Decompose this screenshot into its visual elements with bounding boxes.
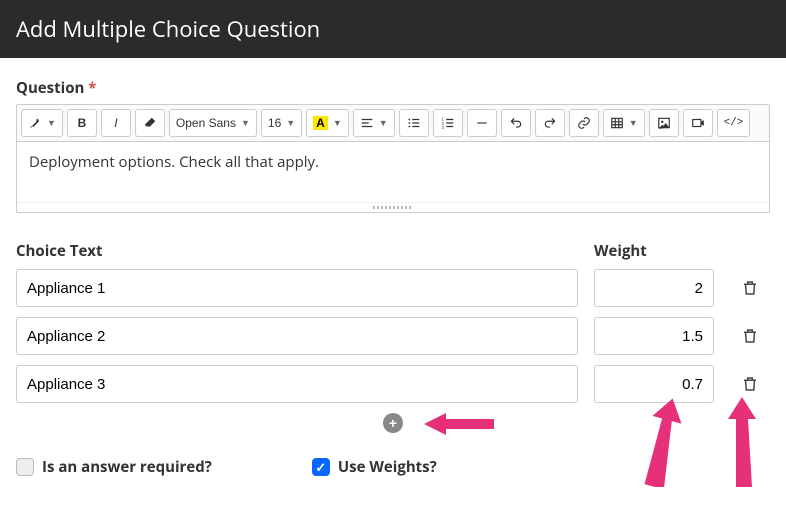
align-left-icon xyxy=(360,116,374,130)
editor-toolbar: ▼ B I Open Sans▼ 16▼ A▼ ▼ 123 xyxy=(17,105,769,142)
redo-icon xyxy=(543,116,557,130)
choice-weight-input[interactable] xyxy=(594,269,714,307)
trash-icon xyxy=(741,327,759,345)
choices-header-row: Choice Text Weight xyxy=(16,241,770,269)
magic-format-button[interactable]: ▼ xyxy=(21,109,63,137)
svg-text:3: 3 xyxy=(441,125,444,130)
choice-weight-input[interactable] xyxy=(594,365,714,403)
required-asterisk: * xyxy=(88,78,96,98)
question-label-row: Question * xyxy=(16,78,770,98)
link-button[interactable] xyxy=(569,109,599,137)
ordered-list-button[interactable]: 123 xyxy=(433,109,463,137)
choice-text-header: Choice Text xyxy=(16,241,578,261)
use-weights-checkbox[interactable] xyxy=(312,458,330,476)
form-body: Question * ▼ B I Open Sans▼ 16▼ A▼ ▼ 123 xyxy=(0,58,786,507)
choice-text-input[interactable] xyxy=(16,269,578,307)
page-title: Add Multiple Choice Question xyxy=(16,14,320,44)
annotation-arrow-add xyxy=(424,407,494,441)
list-ol-icon: 123 xyxy=(441,116,455,130)
delete-choice-button[interactable] xyxy=(730,279,770,297)
options-row: Is an answer required? Use Weights? xyxy=(16,457,770,477)
font-size-select[interactable]: 16▼ xyxy=(261,109,302,137)
use-weights-checkbox-label: Use Weights? xyxy=(338,457,437,477)
weight-header: Weight xyxy=(594,241,714,261)
video-icon xyxy=(691,116,705,130)
choice-row xyxy=(16,269,770,307)
bold-button[interactable]: B xyxy=(67,109,97,137)
resize-handle[interactable] xyxy=(17,202,769,212)
use-weights-checkbox-row[interactable]: Use Weights? xyxy=(312,457,437,477)
align-button[interactable]: ▼ xyxy=(353,109,395,137)
required-checkbox-label: Is an answer required? xyxy=(42,457,212,477)
table-icon xyxy=(610,116,624,130)
delete-choice-button[interactable] xyxy=(730,327,770,345)
plus-icon: + xyxy=(389,415,397,431)
video-button[interactable] xyxy=(683,109,713,137)
trash-icon xyxy=(741,375,759,393)
add-choice-button[interactable]: + xyxy=(383,413,403,433)
choice-text-input[interactable] xyxy=(16,365,578,403)
annotation-arrow-delete xyxy=(722,397,762,487)
code-icon: </> xyxy=(724,117,744,129)
annotation-arrow-weight xyxy=(636,397,686,487)
question-text-input[interactable]: Deployment options. Check all that apply… xyxy=(17,142,769,202)
code-view-button[interactable]: </> xyxy=(717,109,751,137)
link-icon xyxy=(577,116,591,130)
bold-icon: B xyxy=(78,116,87,130)
magic-wand-icon xyxy=(28,116,42,130)
rich-text-editor: ▼ B I Open Sans▼ 16▼ A▼ ▼ 123 xyxy=(16,104,770,213)
clear-format-button[interactable] xyxy=(135,109,165,137)
required-checkbox[interactable] xyxy=(16,458,34,476)
choice-row xyxy=(16,365,770,403)
add-choice-row: + xyxy=(16,413,770,433)
delete-choice-button[interactable] xyxy=(730,375,770,393)
redo-button[interactable] xyxy=(535,109,565,137)
choice-rows-container xyxy=(16,269,770,403)
list-ul-icon xyxy=(407,116,421,130)
text-color-button[interactable]: A▼ xyxy=(306,109,349,137)
image-icon xyxy=(657,116,671,130)
choice-weight-input[interactable] xyxy=(594,317,714,355)
trash-icon xyxy=(741,279,759,297)
choice-text-input[interactable] xyxy=(16,317,578,355)
minus-icon xyxy=(475,116,489,130)
unordered-list-button[interactable] xyxy=(399,109,429,137)
undo-icon xyxy=(509,116,523,130)
question-label: Question xyxy=(16,78,84,98)
italic-icon: I xyxy=(114,116,117,130)
font-family-select[interactable]: Open Sans▼ xyxy=(169,109,257,137)
required-checkbox-row[interactable]: Is an answer required? xyxy=(16,457,212,477)
page-header: Add Multiple Choice Question xyxy=(0,0,786,58)
undo-button[interactable] xyxy=(501,109,531,137)
image-button[interactable] xyxy=(649,109,679,137)
horizontal-rule-button[interactable] xyxy=(467,109,497,137)
text-color-icon: A xyxy=(313,116,328,130)
eraser-icon xyxy=(143,116,157,130)
italic-button[interactable]: I xyxy=(101,109,131,137)
table-button[interactable]: ▼ xyxy=(603,109,645,137)
choice-row xyxy=(16,317,770,355)
